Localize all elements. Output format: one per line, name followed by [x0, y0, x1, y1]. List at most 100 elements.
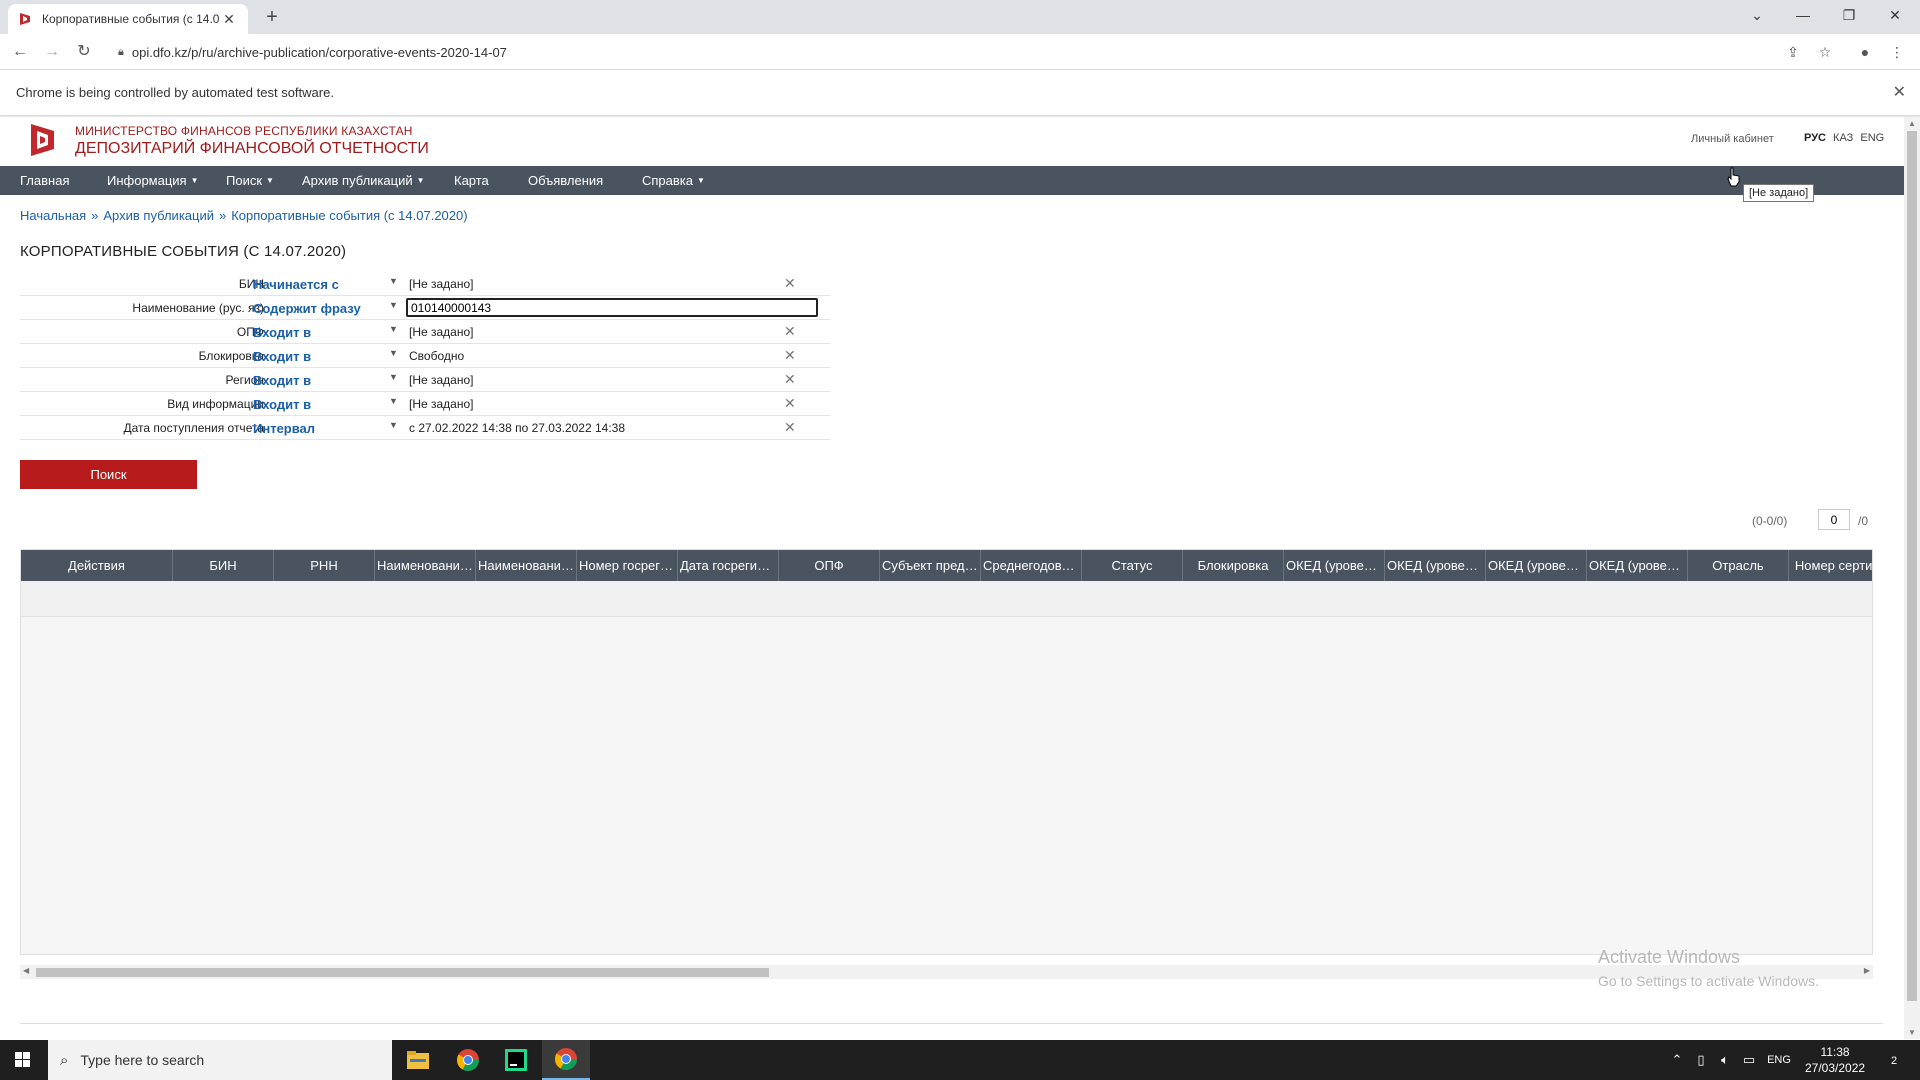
filter-value[interactable]: с 27.02.2022 14:38 по 27.03.2022 14:38 [409, 421, 625, 435]
horizontal-scrollbar[interactable]: ◀ ▶ [20, 965, 1873, 979]
horizontal-scroll-thumb[interactable] [36, 968, 769, 977]
menu-kebab-icon[interactable]: ⋮ [1885, 40, 1909, 64]
filter-row-report-date: Дата поступления отчета Интервал ▼ с 27.… [20, 416, 830, 440]
column-header[interactable]: Наименование... [375, 550, 476, 581]
breadcrumb-home[interactable]: Начальная [20, 208, 86, 223]
filter-value[interactable]: Свободно [409, 349, 464, 363]
filter-value[interactable]: [Не задано] [409, 397, 474, 411]
column-header[interactable]: БИН [173, 550, 274, 581]
filter-operator[interactable]: Входит в [253, 325, 311, 340]
nav-help[interactable]: Справка ▼ [642, 166, 705, 195]
dropdown-arrow-icon[interactable]: ▼ [389, 324, 398, 334]
filter-value[interactable]: [Не задано] [409, 277, 474, 291]
filter-operator[interactable]: Входит в [253, 349, 311, 364]
tab-close-icon[interactable]: ✕ [220, 11, 238, 28]
column-header[interactable]: Номер госреги... [577, 550, 678, 581]
column-header[interactable]: Номер сертиф [1789, 550, 1872, 581]
clear-icon[interactable]: ✕ [784, 323, 796, 340]
scroll-left-icon[interactable]: ◀ [23, 966, 29, 975]
column-header[interactable]: Среднегодова... [981, 550, 1082, 581]
caret-down-icon: ▼ [697, 176, 705, 185]
breadcrumb-current[interactable]: Корпоративные события (с 14.07.2020) [231, 208, 467, 223]
name-search-input[interactable] [406, 298, 818, 317]
breadcrumb-archive[interactable]: Архив публикаций [103, 208, 214, 223]
dropdown-arrow-icon[interactable]: ▼ [389, 276, 398, 286]
vertical-scrollbar[interactable]: ▲ ▼ [1904, 117, 1920, 1039]
clear-icon[interactable]: ✕ [784, 347, 796, 364]
column-header[interactable]: ОКЕД (уровень... [1385, 550, 1486, 581]
column-header[interactable]: ОКЕД (уровень... [1284, 550, 1385, 581]
scroll-right-icon[interactable]: ▶ [1864, 966, 1870, 975]
page-number-input[interactable] [1818, 509, 1850, 530]
dropdown-arrow-icon[interactable]: ▼ [389, 348, 398, 358]
clear-icon[interactable]: ✕ [784, 419, 796, 436]
column-header[interactable]: РНН [274, 550, 375, 581]
forward-icon[interactable]: → [40, 40, 64, 64]
back-icon[interactable]: ← [8, 40, 32, 64]
infobar-close-icon[interactable]: ✕ [1893, 82, 1906, 102]
chrome-app-icon[interactable] [444, 1040, 492, 1080]
reload-icon[interactable]: ↻ [72, 40, 96, 64]
profile-icon[interactable]: ● [1853, 40, 1877, 64]
dropdown-arrow-icon[interactable]: ▼ [389, 300, 398, 310]
file-explorer-icon[interactable] [394, 1040, 442, 1080]
browser-tab[interactable]: Корпоративные события (с 14.0 ✕ [8, 4, 248, 34]
search-button[interactable]: Поиск [20, 460, 197, 489]
restore-icon[interactable]: ❐ [1826, 0, 1872, 30]
column-header[interactable]: ОПФ [779, 550, 880, 581]
column-header[interactable]: Субъект предп... [880, 550, 981, 581]
column-header[interactable]: ОКЕД (уровень... [1486, 550, 1587, 581]
dropdown-arrow-icon[interactable]: ▼ [389, 396, 398, 406]
filter-operator[interactable]: Входит в [253, 397, 311, 412]
filter-operator[interactable]: Начинается с [253, 277, 339, 292]
clear-icon[interactable]: ✕ [784, 371, 796, 388]
tab-search-icon[interactable]: ⌄ [1734, 0, 1780, 30]
scroll-up-icon[interactable]: ▲ [1908, 119, 1916, 128]
filter-value[interactable]: [Не задано] [409, 373, 474, 387]
omnibox[interactable]: 🔒︎ opi.dfo.kz/p/ru/archive-publication/c… [112, 39, 1802, 65]
nav-map[interactable]: Карта [454, 166, 489, 195]
windows-start-button[interactable] [0, 1040, 46, 1080]
clear-icon[interactable]: ✕ [784, 395, 796, 412]
notifications-icon[interactable]: 2 [1874, 1040, 1914, 1080]
window-close-icon[interactable]: ✕ [1872, 0, 1918, 30]
lang-kz[interactable]: КАЗ [1833, 132, 1853, 144]
filter-value[interactable]: [Не задано] [409, 325, 474, 339]
network-icon[interactable]: ▭ [1738, 1040, 1760, 1080]
chrome-active-app-icon[interactable] [542, 1040, 590, 1080]
dropdown-arrow-icon[interactable]: ▼ [389, 372, 398, 382]
scroll-down-icon[interactable]: ▼ [1908, 1028, 1916, 1037]
bookmark-star-icon[interactable]: ☆ [1813, 40, 1837, 64]
dropdown-arrow-icon[interactable]: ▼ [389, 420, 398, 430]
input-language-indicator[interactable]: ENG [1764, 1040, 1794, 1080]
tray-chevron-up-icon[interactable]: ⌃ [1666, 1040, 1688, 1080]
taskbar-clock[interactable]: 11:38 27/03/2022 [1805, 1044, 1865, 1076]
filter-operator[interactable]: Входит в [253, 373, 311, 388]
volume-icon[interactable]: 🔈︎ [1714, 1040, 1736, 1080]
column-header[interactable]: ОКЕД (уровень... [1587, 550, 1688, 581]
lang-en[interactable]: ENG [1860, 132, 1884, 144]
nav-information[interactable]: Информация ▼ [107, 166, 199, 195]
nav-announcements[interactable]: Объявления [528, 166, 603, 195]
taskbar-search-box[interactable]: ⌕ Type here to search [48, 1040, 392, 1080]
clear-icon[interactable]: ✕ [784, 275, 796, 292]
pycharm-app-icon[interactable] [492, 1040, 540, 1080]
column-header[interactable]: Блокировка [1183, 550, 1284, 581]
minimize-icon[interactable]: — [1780, 0, 1826, 30]
tray-device-icon[interactable]: ▯ [1690, 1040, 1712, 1080]
nav-home[interactable]: Главная [20, 166, 69, 195]
filter-operator[interactable]: Интервал [253, 421, 315, 436]
column-header[interactable]: Отрасль [1688, 550, 1789, 581]
column-header[interactable]: Наименование... [476, 550, 577, 581]
vertical-scroll-thumb[interactable] [1907, 131, 1917, 1001]
new-tab-icon[interactable]: + [260, 6, 284, 30]
nav-archive[interactable]: Архив публикаций ▼ [302, 166, 425, 195]
column-header[interactable]: Статус [1082, 550, 1183, 581]
column-header[interactable]: Действия [21, 550, 173, 581]
filter-operator[interactable]: Содержит фразу [253, 301, 361, 316]
column-header[interactable]: Дата госрегист... [678, 550, 779, 581]
nav-search[interactable]: Поиск ▼ [226, 166, 274, 195]
personal-cabinet-link[interactable]: Личный кабинет [1691, 133, 1774, 145]
lang-ru[interactable]: РУС [1804, 132, 1826, 144]
share-icon[interactable]: ⇪ [1781, 40, 1805, 64]
